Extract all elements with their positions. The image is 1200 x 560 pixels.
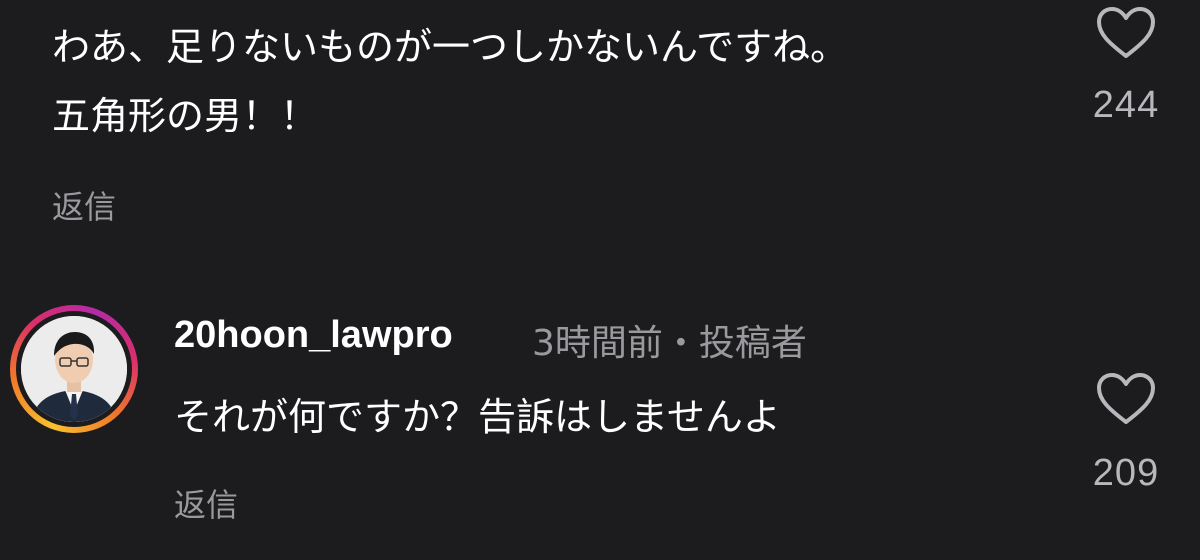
comment-2-username[interactable]: 20hoon_lawpro [174, 314, 453, 357]
heart-outline-icon[interactable] [1095, 372, 1157, 426]
comment-1-text-line-1: わあ、足りないものが一つしかないんですね。 [52, 25, 849, 69]
author-badge: 投稿者 [698, 323, 807, 364]
avatar [21, 316, 127, 422]
comment-2-timestamp: 3時間前 [532, 323, 663, 364]
comment-2-like: 209 [1076, 372, 1176, 495]
comment-2-text: それが何ですか？告訴はしませんよ [174, 395, 781, 439]
comment-2-meta: 3時間前・投稿者 [532, 314, 807, 366]
person-avatar-icon [21, 316, 127, 422]
comment-1-reply-button[interactable]: 返信 [52, 182, 116, 228]
comment-1-like-count: 244 [1092, 84, 1160, 126]
comment-2-reply-button[interactable]: 返信 [174, 480, 238, 526]
avatar-story-ring[interactable] [10, 305, 138, 433]
meta-separator: ・ [662, 323, 699, 364]
comment-2-like-count: 209 [1092, 452, 1160, 494]
comment-1-like: 244 [1076, 6, 1176, 127]
heart-outline-icon[interactable] [1095, 6, 1157, 60]
comment-1-text-line-2: 五角形の男！！ [52, 94, 319, 138]
